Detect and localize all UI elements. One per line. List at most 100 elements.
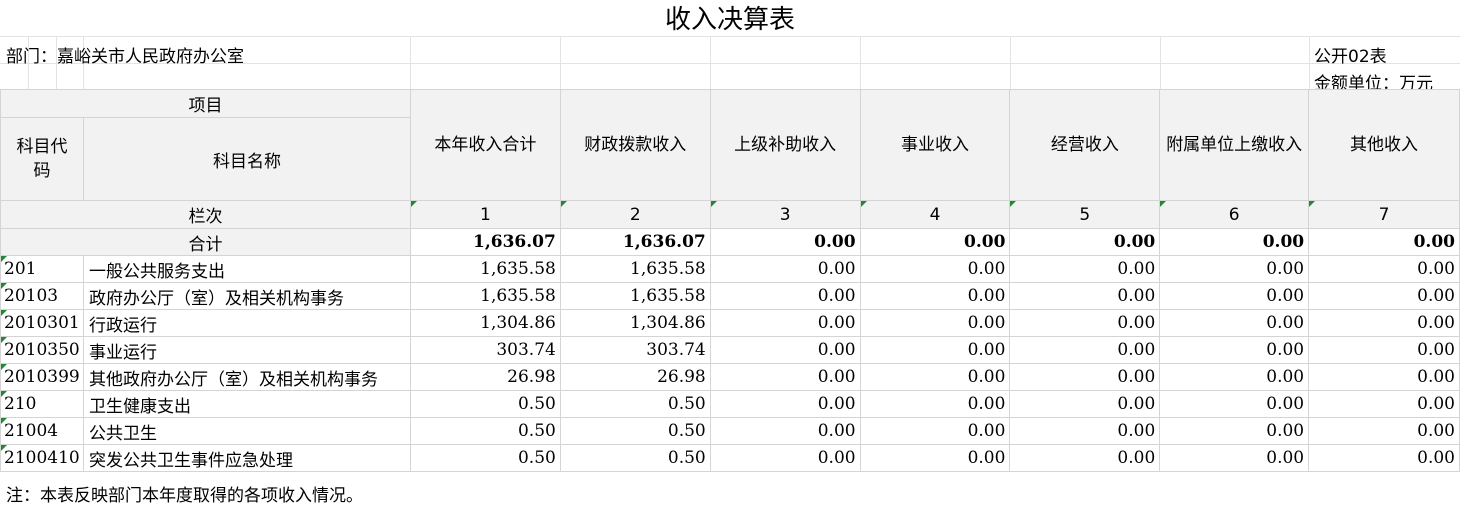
- income-value: 0.00: [859, 444, 1011, 472]
- total-label: 合计: [0, 228, 411, 256]
- income-value: 0.50: [409, 444, 561, 472]
- col-header-1: 本年收入合计: [409, 89, 561, 201]
- subject-name: 其他政府办公厅（室）及相关机构事务: [82, 363, 411, 391]
- income-value: 0.00: [1308, 363, 1460, 391]
- income-value: 0.00: [1009, 282, 1161, 310]
- income-value: 0.00: [709, 282, 861, 310]
- income-value: 1,304.86: [409, 309, 561, 337]
- income-value: 0.00: [1308, 336, 1460, 364]
- table-row: 201 一般公共服务支出 1,635.58 1,635.58 0.00 0.00 0.00 0…: [0, 255, 1460, 283]
- income-value: 0.00: [709, 390, 861, 418]
- code-header: 科目代码: [0, 117, 84, 201]
- department-label: 部门：嘉峪关市人民政府办公室: [6, 47, 244, 67]
- income-value: 303.74: [409, 336, 561, 364]
- income-value: 1,635.58: [409, 282, 561, 310]
- subject-code: 2010399: [0, 363, 84, 391]
- subject-code: 210: [0, 390, 84, 418]
- subject-code: 2100410: [0, 444, 84, 472]
- income-value: 0.50: [559, 444, 711, 472]
- col-header-7: 其他收入: [1308, 89, 1460, 201]
- income-value: 0.00: [709, 444, 861, 472]
- row-number: 7: [1308, 200, 1460, 229]
- income-value: 26.98: [559, 363, 711, 391]
- income-value: 0.00: [1159, 417, 1310, 445]
- subject-name: 卫生健康支出: [82, 390, 411, 418]
- title-row: 收入决算表: [0, 0, 1460, 37]
- income-value: 0.00: [1009, 444, 1161, 472]
- subject-name: 公共卫生: [82, 417, 411, 445]
- income-value: 0.00: [1308, 390, 1460, 418]
- income-value: 0.00: [1308, 444, 1460, 472]
- total-value: 0.00: [709, 228, 861, 256]
- table-row: 2010301 行政运行 1,304.86 1,304.86 0.00 0.00 0.00 0…: [0, 309, 1460, 337]
- income-table: 项目 本年收入合计 财政拨款收入 上级补助收入 事业收入 经营收入 附属单位上缴…: [0, 89, 1460, 472]
- income-value: 0.50: [409, 417, 561, 445]
- subject-code: 201: [0, 255, 84, 283]
- table-row: 2010399 其他政府办公厅（室）及相关机构事务 26.98 26.98 0.00 0.…: [0, 363, 1460, 391]
- col-header-3: 上级补助收入: [709, 89, 861, 201]
- income-value: 0.50: [559, 417, 711, 445]
- income-value: 0.00: [709, 255, 861, 283]
- col-header-2: 财政拨款收入: [559, 89, 711, 201]
- table-row: 20103 政府办公厅（室）及相关机构事务 1,635.58 1,635.58 0.00…: [0, 282, 1460, 310]
- name-header: 科目名称: [82, 117, 411, 201]
- income-value: 0.00: [859, 255, 1011, 283]
- income-value: 0.00: [1308, 417, 1460, 445]
- income-value: 0.00: [859, 309, 1011, 337]
- subject-name: 突发公共卫生事件应急处理: [82, 444, 411, 472]
- row-label-header: 栏次: [0, 200, 411, 229]
- col-header-6: 附属单位上缴收入: [1159, 89, 1310, 201]
- income-value: 0.00: [1009, 363, 1161, 391]
- income-value: 0.00: [709, 336, 861, 364]
- table-row: 210 卫生健康支出 0.50 0.50 0.00 0.00 0.00 0.00 0.00: [0, 390, 1460, 418]
- income-value: 0.50: [409, 390, 561, 418]
- income-value: 0.00: [859, 336, 1011, 364]
- subject-name: 行政运行: [82, 309, 411, 337]
- col-header-5: 经营收入: [1009, 89, 1161, 201]
- total-value: 0.00: [1308, 228, 1460, 256]
- income-value: 0.00: [1308, 309, 1460, 337]
- row-number: 4: [859, 200, 1011, 229]
- total-value: 0.00: [859, 228, 1011, 256]
- subject-code: 2010350: [0, 336, 84, 364]
- income-value: 1,635.58: [559, 282, 711, 310]
- row-number: 5: [1009, 200, 1161, 229]
- income-value: 0.00: [1009, 390, 1161, 418]
- income-value: 0.00: [1159, 363, 1310, 391]
- subject-code: 21004: [0, 417, 84, 445]
- income-value: 0.00: [1159, 309, 1310, 337]
- income-value: 0.00: [1009, 255, 1161, 283]
- project-header: 项目: [0, 89, 411, 118]
- income-value: 0.00: [859, 282, 1011, 310]
- income-value: 0.00: [859, 390, 1011, 418]
- col-header-4: 事业收入: [859, 89, 1011, 201]
- income-value: 0.00: [1308, 282, 1460, 310]
- row-number: 1: [409, 200, 561, 229]
- income-value: 0.00: [859, 417, 1011, 445]
- table-row: 2100410 突发公共卫生事件应急处理 0.50 0.50 0.00 0.00 0.00 0…: [0, 444, 1460, 472]
- income-value: 0.50: [559, 390, 711, 418]
- income-value: 0.00: [1159, 444, 1310, 472]
- total-value: 1,636.07: [409, 228, 561, 256]
- total-value: 0.00: [1159, 228, 1310, 256]
- row-number: 2: [559, 200, 711, 229]
- income-value: 1,635.58: [559, 255, 711, 283]
- row-number: 3: [709, 200, 861, 229]
- subject-code: 20103: [0, 282, 84, 310]
- row-number: 6: [1159, 200, 1310, 229]
- total-value: 1,636.07: [559, 228, 711, 256]
- income-value: 303.74: [559, 336, 711, 364]
- income-value: 0.00: [709, 363, 861, 391]
- income-value: 0.00: [859, 363, 1011, 391]
- income-value: 0.00: [1308, 255, 1460, 283]
- income-value: 0.00: [1159, 255, 1310, 283]
- income-value: 0.00: [709, 309, 861, 337]
- page-title: 收入决算表: [664, 5, 795, 35]
- subject-name: 事业运行: [82, 336, 411, 364]
- income-value: 0.00: [1009, 417, 1161, 445]
- income-value: 26.98: [409, 363, 561, 391]
- income-value: 0.00: [709, 417, 861, 445]
- form-code: 公开02表: [1314, 47, 1387, 67]
- income-value: 0.00: [1009, 336, 1161, 364]
- subject-name: 一般公共服务支出: [82, 255, 411, 283]
